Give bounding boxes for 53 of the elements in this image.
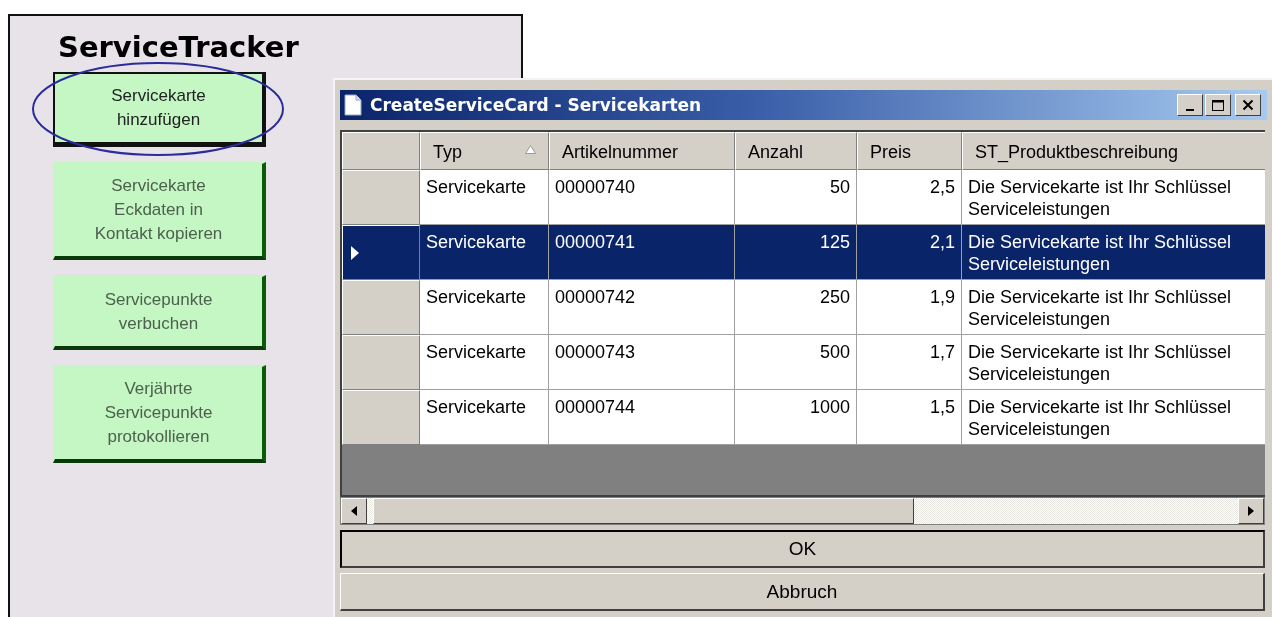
table-cell: Die Servicekarte ist Ihr Schlüssel Serviceleistungen — [962, 390, 1265, 445]
close-button[interactable] — [1235, 94, 1261, 116]
minimize-icon — [1186, 108, 1194, 111]
action-button[interactable]: Servicekarte hinzufügen — [53, 72, 266, 147]
table-cell: 00000740 — [549, 170, 735, 225]
table-cell: Servicekarte — [420, 280, 549, 335]
right-arrow-icon — [1248, 506, 1254, 516]
table-cell: 1,5 — [857, 390, 962, 445]
table-cell: Servicekarte — [420, 225, 549, 280]
table-cell: 125 — [735, 225, 857, 280]
table-cell: 00000742 — [549, 280, 735, 335]
scroll-right-button[interactable] — [1238, 498, 1264, 524]
action-button[interactable]: Servicekarte Eckdaten in Kontakt kopieren — [53, 162, 266, 260]
table-cell: Servicekarte — [420, 390, 549, 445]
table-cell: 00000743 — [549, 335, 735, 390]
table-cell: Die Servicekarte ist Ihr Schlüssel Serviceleistungen — [962, 170, 1265, 225]
app-title: ServiceTracker — [58, 30, 299, 64]
column-header[interactable]: Preis — [857, 132, 962, 170]
dialog-title: CreateServiceCard - Servicekarten — [370, 95, 703, 115]
table-cell: 00000741 — [549, 225, 735, 280]
table-cell: 500 — [735, 335, 857, 390]
action-button[interactable]: Verjährte Servicepunkte protokollieren — [53, 365, 266, 463]
scroll-left-button[interactable] — [341, 498, 367, 524]
dialog-button[interactable]: Abbruch — [340, 573, 1265, 611]
horizontal-scrollbar[interactable] — [340, 497, 1265, 525]
column-header[interactable]: Artikelnummer — [549, 132, 735, 170]
table-cell: 1,9 — [857, 280, 962, 335]
table-cell: 50 — [735, 170, 857, 225]
table-cell: 1,7 — [857, 335, 962, 390]
table-cell: Die Servicekarte ist Ihr Schlüssel Serviceleistungen — [962, 335, 1265, 390]
action-button[interactable]: Servicepunkte verbuchen — [53, 275, 266, 350]
table-cell: Servicekarte — [420, 170, 549, 225]
maximize-button[interactable] — [1205, 94, 1231, 116]
scrollbar-thumb[interactable] — [373, 498, 914, 524]
table-cell: 250 — [735, 280, 857, 335]
document-icon — [344, 94, 362, 116]
maximize-icon — [1211, 98, 1225, 112]
table-cell: 2,1 — [857, 225, 962, 280]
current-row-icon — [351, 245, 359, 260]
table-cell: Servicekarte — [420, 335, 549, 390]
table-cell: Die Servicekarte ist Ihr Schlüssel Serviceleistungen — [962, 225, 1265, 280]
table-cell: Die Servicekarte ist Ihr Schlüssel Serviceleistungen — [962, 280, 1265, 335]
dialog-button[interactable]: OK — [340, 530, 1265, 568]
column-header[interactable]: Typ — [420, 132, 549, 170]
column-header[interactable]: ST_Produktbeschreibung — [962, 132, 1265, 170]
left-arrow-icon — [351, 506, 357, 516]
column-header[interactable]: Anzahl — [735, 132, 857, 170]
table-cell: 1000 — [735, 390, 857, 445]
minimize-button[interactable] — [1177, 94, 1203, 116]
table-cell: 2,5 — [857, 170, 962, 225]
table-cell: 00000744 — [549, 390, 735, 445]
row-header[interactable] — [342, 225, 420, 280]
close-icon — [1242, 99, 1254, 111]
